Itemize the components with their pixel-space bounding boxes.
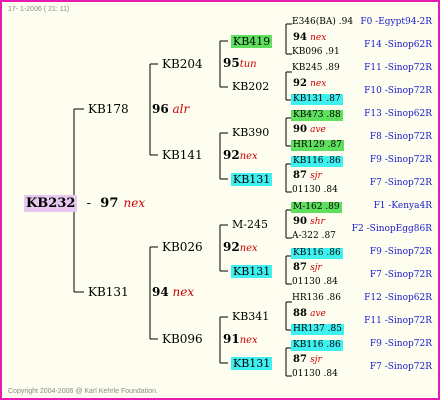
gen1-node: KB131 — [88, 286, 129, 298]
node-name: KB178 — [88, 102, 129, 116]
pedigree-label: F11 -Sinop72R — [364, 63, 432, 73]
gen2-node: KB096 — [162, 332, 203, 346]
pedigree-chart: 17- 1-2006 ( 21: 11) Copyright 2004-2006… — [0, 0, 440, 400]
timestamp: 17- 1-2006 ( 21: 11) — [8, 6, 70, 13]
ancestor-bottom: HR137 .85 — [291, 324, 344, 335]
pedigree-label: F14 -Sinop62R — [364, 40, 432, 50]
gen1-node: KB178 — [88, 103, 129, 115]
ancestor-score: 92 nex — [293, 78, 327, 89]
pedigree-label: F9 -Sinop72R — [369, 339, 432, 349]
gen2-node-score: 91nex — [223, 332, 258, 346]
ancestor-score: 90 ave — [293, 124, 326, 135]
pedigree-label: F10 -Sinop72R — [364, 86, 432, 96]
ancestor-top: E346(BA) .94 — [292, 17, 354, 27]
gen2-node-score: 92nex — [223, 148, 258, 162]
gen3-node: KB202 — [232, 80, 270, 93]
ancestor-top: KB245 .89 — [292, 63, 340, 73]
gen2-node-score: 95tun — [223, 56, 257, 70]
ancestor-top: KB116 .86 — [291, 248, 343, 259]
ancestor-bottom: 01130 .84 — [292, 185, 338, 195]
root-tag: nex — [123, 196, 146, 210]
ancestor-top: KB116 .86 — [291, 156, 343, 167]
root-name: KB232 — [24, 195, 78, 212]
gen3-node: KB131 — [231, 173, 273, 186]
pedigree-label: F0 -Egypt94-2R — [360, 17, 432, 27]
ancestor-bottom: KB096 .91 — [292, 47, 340, 57]
ancestor-bottom: A-322 .87 — [292, 231, 336, 241]
gen3-node: KB390 — [232, 126, 270, 139]
ancestor-score: 87 sjr — [293, 262, 322, 273]
pedigree-label: F7 -Sinop72R — [369, 178, 432, 188]
ancestor-top: HR136 .86 — [292, 293, 341, 303]
ancestor-top: M-162 .89 — [291, 202, 342, 213]
gen1-node-score: 94 nex — [152, 285, 195, 299]
pedigree-label: F13 -Sinop62R — [364, 109, 432, 119]
ancestor-bottom: 01130 .84 — [292, 277, 338, 287]
ancestor-score: 87 sjr — [293, 170, 322, 181]
ancestor-top: KB116 .86 — [291, 340, 343, 351]
gen2-node-score: 92nex — [223, 240, 258, 254]
pedigree-label: F8 -Sinop72R — [369, 132, 432, 142]
root-score: 97 — [100, 196, 119, 211]
pedigree-label: F11 -Sinop72R — [364, 316, 432, 326]
gen2-node: KB204 — [162, 57, 203, 71]
pedigree-label: F7 -Sinop72R — [369, 362, 432, 372]
copyright: Copyright 2004-2006 @ Karl Kehrle Founda… — [8, 388, 158, 395]
node-name: KB131 — [88, 285, 129, 299]
ancestor-bottom: 01130 .84 — [292, 369, 338, 379]
gen3-node: KB419 — [231, 35, 273, 48]
gen3-node: M-245 — [232, 218, 268, 231]
ancestor-top: KB473 .88 — [291, 110, 343, 121]
ancestor-score: 94 nex — [293, 32, 327, 43]
pedigree-label: F9 -Sinop72R — [369, 155, 432, 165]
pedigree-label: F7 -Sinop72R — [369, 270, 432, 280]
pedigree-label: F2 -SinopEgg86R — [351, 224, 432, 234]
pedigree-label: F9 -Sinop72R — [369, 247, 432, 257]
ancestor-bottom: HR129 .87 — [291, 140, 344, 151]
gen2-node: KB026 — [162, 240, 203, 254]
ancestor-score: 88 ave — [293, 308, 326, 319]
gen2-node: KB141 — [162, 148, 203, 162]
ancestor-score: 87 sjr — [293, 354, 322, 365]
pedigree-label: F12 -Sinop62R — [364, 293, 432, 303]
ancestor-bottom: KB131 .87 — [291, 94, 343, 105]
ancestor-score: 90 shr — [293, 216, 325, 227]
pedigree-label: F1 -Kenya4R — [373, 201, 432, 211]
gen1-node-score: 96 alr — [152, 102, 190, 116]
gen3-node: KB131 — [231, 265, 273, 278]
root-node: KB232 - 97 nex — [24, 195, 146, 212]
gen3-node: KB341 — [232, 310, 270, 323]
gen3-node: KB131 — [231, 357, 273, 370]
